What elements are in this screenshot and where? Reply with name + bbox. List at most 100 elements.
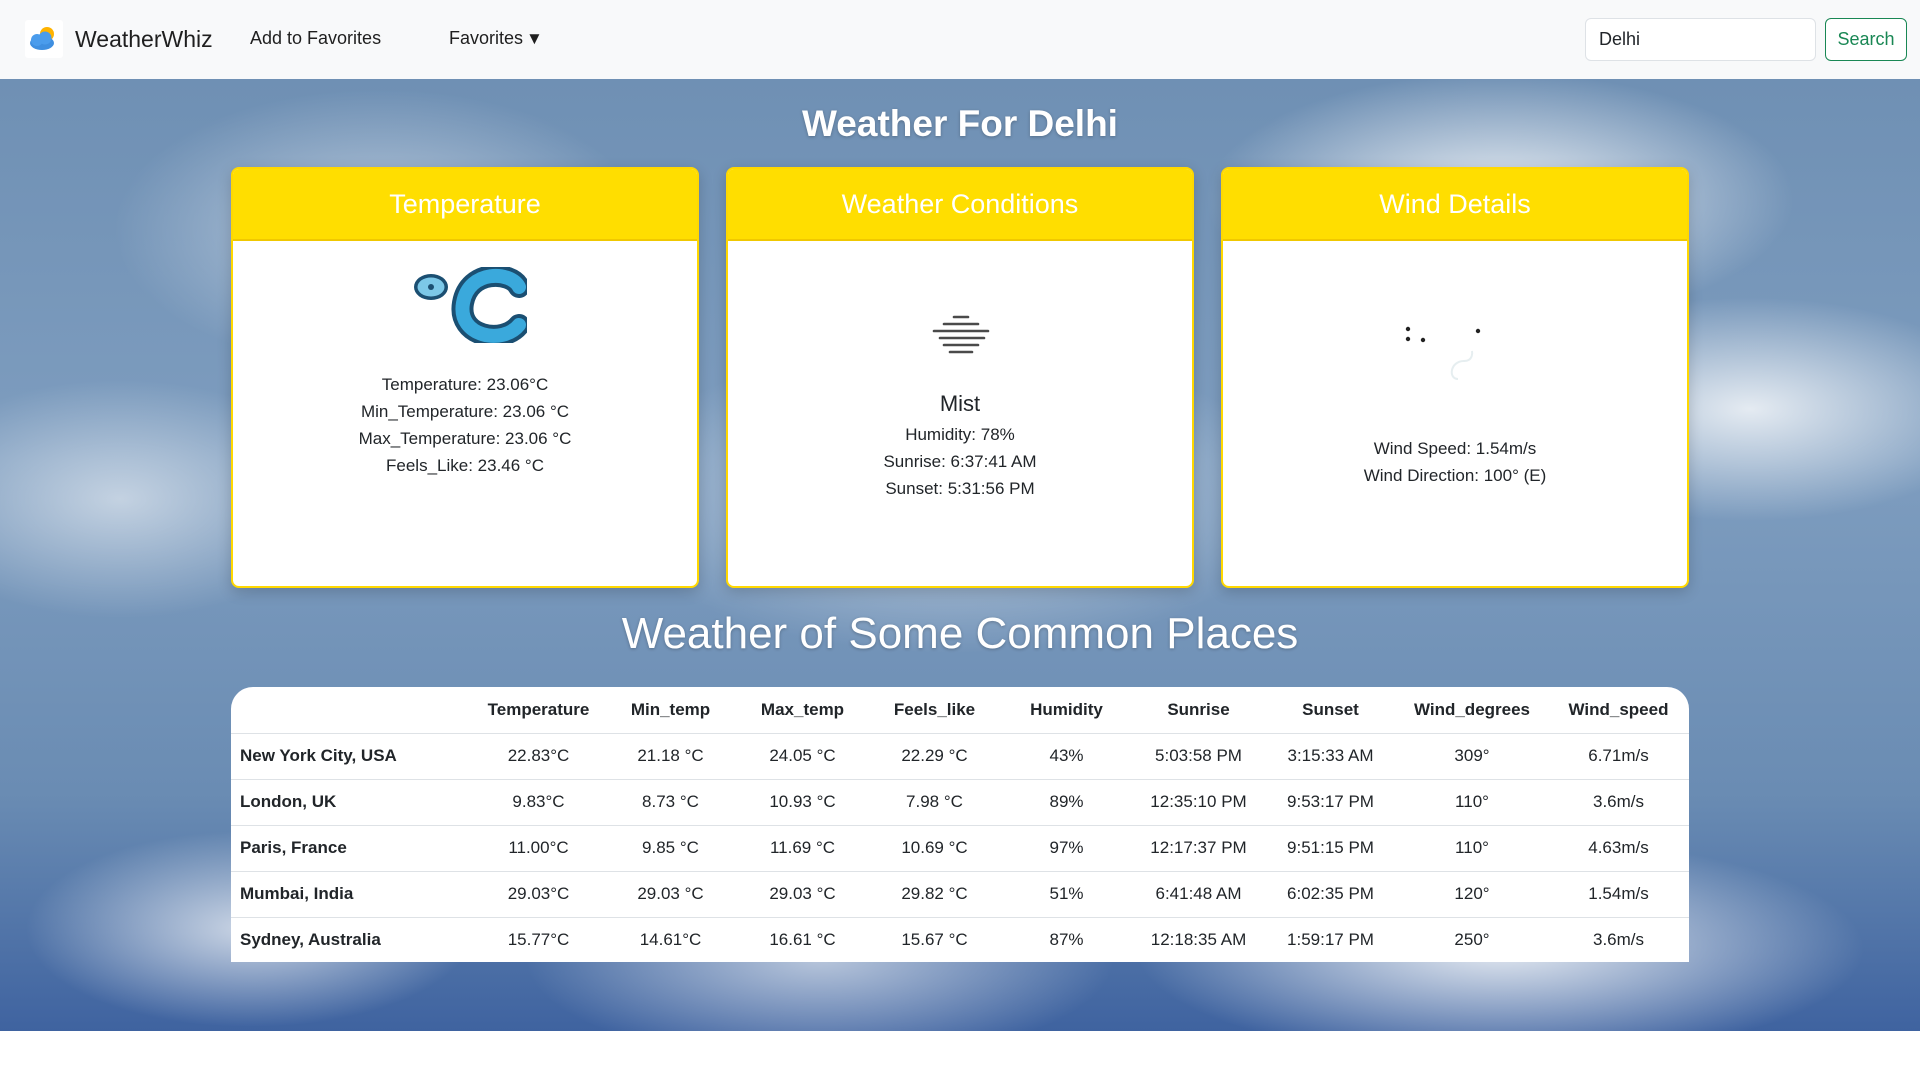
wind-speed-value: Wind Speed: 1.54m/s	[1373, 439, 1537, 458]
table-row: London, UK 9.83°C 8.73 °C 10.93 °C 7.98 …	[231, 779, 1689, 826]
conditions-details: Humidity: 78% Sunrise: 6:37:41 AM Sunset…	[728, 421, 1192, 502]
sunset-value: Sunset: 5:31:56 PM	[885, 479, 1035, 498]
common-places-title: Weather of Some Common Places	[621, 609, 1299, 658]
table-cell: 22.29 °C	[868, 733, 1001, 780]
table-header: Wind_degrees	[1396, 687, 1548, 734]
table-cell: 110°	[1396, 779, 1548, 826]
table-cell: 89%	[1001, 779, 1132, 826]
wind-card: Wind Details Wind Speed: 1.54m/s Wind Di…	[1221, 167, 1689, 588]
table-cell: 8.73 °C	[604, 779, 737, 826]
table-cell: 97%	[1001, 825, 1132, 872]
table-cell: 10.93 °C	[737, 779, 868, 826]
common-places-table: Temperature Min_temp Max_temp Feels_like…	[231, 687, 1689, 962]
table-cell: 9:51:15 PM	[1265, 825, 1396, 872]
wind-icon	[1405, 326, 1481, 380]
city-cell: Sydney, Australia	[240, 930, 381, 950]
table-cell: 9.83°C	[473, 779, 604, 826]
table-row: Paris, France 11.00°C 9.85 °C 11.69 °C 1…	[231, 825, 1689, 872]
table-header: Max_temp	[737, 687, 868, 734]
table-cell: 10.69 °C	[868, 825, 1001, 872]
table-cell: 51%	[1001, 871, 1132, 918]
table-cell: 9.85 °C	[604, 825, 737, 872]
table-cell: 6:02:35 PM	[1265, 871, 1396, 918]
table-cell: 3.6m/s	[1548, 779, 1689, 826]
table-header: Min_temp	[604, 687, 737, 734]
favorites-label: Favorites	[449, 28, 524, 48]
temperature-details: Temperature: 23.06°C Min_Temperature: 23…	[233, 371, 697, 479]
table-header: Temperature	[473, 687, 604, 734]
table-row: New York City, USA 22.83°C 21.18 °C 24.0…	[231, 733, 1689, 780]
table-cell: 6.71m/s	[1548, 733, 1689, 780]
city-cell: New York City, USA	[231, 733, 473, 780]
city-cell: Paris, France	[231, 825, 473, 872]
table-cell: 12:17:37 PM	[1132, 825, 1265, 872]
caret-down-icon: ▼	[526, 29, 543, 48]
table-row: Mumbai, India 29.03°C 29.03 °C 29.03 °C …	[231, 871, 1689, 918]
table-cell: 24.05 °C	[737, 733, 868, 780]
navbar: WeatherWhiz Add to Favorites Favorites ▼ …	[0, 0, 1920, 79]
table-cell: 1.54m/s	[1548, 871, 1689, 918]
table-cell: 29.03 °C	[604, 871, 737, 918]
feels-like-value: Feels_Like: 23.46 °C	[386, 456, 544, 475]
table-cell: 21.18 °C	[604, 733, 737, 780]
mist-icon	[932, 315, 990, 354]
table-row: Sydney, Australia 15.77°C 14.61°C 16.61 …	[231, 917, 1689, 962]
table-cell: 110°	[1396, 825, 1548, 872]
table-cell: 22.83°C	[473, 733, 604, 780]
table-header-row: Temperature Min_temp Max_temp Feels_like…	[231, 687, 1689, 734]
table-cell: 4.63m/s	[1548, 825, 1689, 872]
table-header: Wind_speed	[1548, 687, 1689, 734]
table-cell: 120°	[1396, 871, 1548, 918]
temperature-card: Temperature Temperature: 23.06°C Min_Tem…	[231, 167, 699, 588]
table-cell: 3.6m/s	[1592, 930, 1645, 950]
table-cell: 16.61 °C	[769, 930, 836, 950]
conditions-card-header: Weather Conditions	[728, 169, 1192, 241]
temperature-value: Temperature: 23.06°C	[381, 375, 549, 394]
wind-details: Wind Speed: 1.54m/s Wind Direction: 100°…	[1223, 435, 1687, 489]
search-button[interactable]: Search	[1825, 18, 1907, 61]
table-cell: 87%	[1049, 930, 1084, 950]
conditions-card-body: Mist Humidity: 78% Sunrise: 6:37:41 AM S…	[728, 241, 1192, 586]
condition-label: Mist	[939, 391, 981, 416]
table-cell: 11.69 °C	[737, 825, 868, 872]
table-header: Humidity	[1001, 687, 1132, 734]
table-cell: 9:53:17 PM	[1265, 779, 1396, 826]
table-cell: 14.61°C	[639, 930, 702, 950]
table-cell: 5:03:58 PM	[1132, 733, 1265, 780]
wind-direction-value: Wind Direction: 100° (E)	[1363, 466, 1547, 485]
celsius-icon	[414, 267, 527, 343]
min-temperature-value: Min_Temperature: 23.06 °C	[360, 402, 570, 421]
max-temperature-value: Max_Temperature: 23.06 °C	[358, 429, 572, 448]
page-title: Weather For Delhi	[802, 103, 1118, 144]
table-cell: 29.03°C	[473, 871, 604, 918]
table-cell: 12:35:10 PM	[1132, 779, 1265, 826]
wind-card-header: Wind Details	[1223, 169, 1687, 241]
table-cell: 15.77°C	[507, 930, 570, 950]
table-cell: 309°	[1396, 733, 1548, 780]
table-cell: 15.67 °C	[901, 930, 968, 950]
table-cell: 3:15:33 AM	[1265, 733, 1396, 780]
search-input[interactable]	[1585, 18, 1816, 61]
temperature-card-body: Temperature: 23.06°C Min_Temperature: 23…	[233, 241, 697, 586]
table-header: Sunrise	[1132, 687, 1265, 734]
table-cell: 29.03 °C	[737, 871, 868, 918]
city-cell: Mumbai, India	[231, 871, 473, 918]
brand-name[interactable]: WeatherWhiz	[75, 26, 213, 53]
table-cell: 250°	[1454, 930, 1490, 950]
table-cell: 29.82 °C	[868, 871, 1001, 918]
table-cell: 43%	[1001, 733, 1132, 780]
add-to-favorites-link[interactable]: Add to Favorites	[250, 28, 381, 49]
table-header: Sunset	[1265, 687, 1396, 734]
wind-card-body: Wind Speed: 1.54m/s Wind Direction: 100°…	[1223, 241, 1687, 586]
cloud-sun-icon[interactable]	[25, 20, 63, 58]
table-header	[231, 687, 473, 734]
humidity-value: Humidity: 78%	[905, 425, 1015, 444]
table-header: Feels_like	[868, 687, 1001, 734]
table-cell: 6:41:48 AM	[1132, 871, 1265, 918]
sunrise-value: Sunrise: 6:37:41 AM	[883, 452, 1037, 471]
table-cell: 7.98 °C	[868, 779, 1001, 826]
temperature-card-header: Temperature	[233, 169, 697, 241]
table-cell: 11.00°C	[473, 825, 604, 872]
main-section: Weather For Delhi Temperature Temperatur…	[0, 79, 1920, 1031]
favorites-dropdown[interactable]: Favorites ▼	[449, 28, 543, 49]
